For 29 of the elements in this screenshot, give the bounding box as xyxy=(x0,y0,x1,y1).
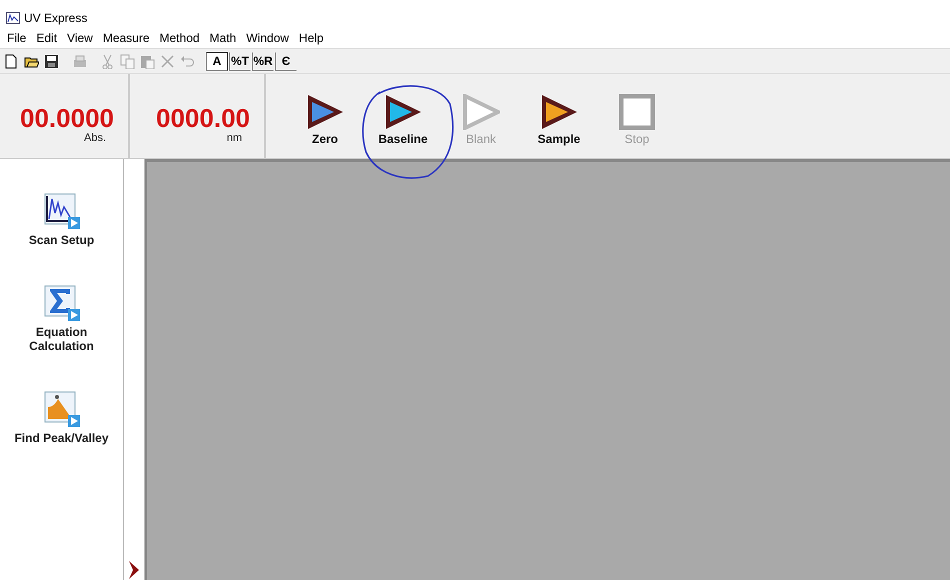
readout-value: 00.0000 xyxy=(20,104,114,132)
action-button[interactable]: Zero xyxy=(286,94,364,146)
action-button[interactable]: Sample xyxy=(520,94,598,146)
menu-item[interactable]: View xyxy=(62,31,98,45)
toolbar-button[interactable]: A xyxy=(206,52,228,70)
sidebar-item[interactable]: Equation Calculation xyxy=(2,285,120,353)
unit-label: nm xyxy=(226,132,242,144)
chevron-icon[interactable] xyxy=(127,560,141,580)
menu-item[interactable]: File xyxy=(2,31,32,45)
menu-item[interactable]: Edit xyxy=(31,31,62,45)
readout-value: 0000.00 xyxy=(156,104,250,132)
menu-item[interactable]: Method xyxy=(154,31,205,45)
menu-item[interactable]: Window xyxy=(241,31,294,45)
peak-chart-icon xyxy=(44,391,80,427)
unit-label: Abs. xyxy=(84,132,106,144)
menu-item[interactable]: Help xyxy=(294,31,329,45)
new-document-icon[interactable] xyxy=(4,54,19,68)
sidebar-item[interactable]: Find Peak/Valley xyxy=(2,391,120,445)
spectrum-chart-icon xyxy=(44,193,80,229)
toolbar-button[interactable]: %T xyxy=(229,52,251,70)
window-title: UV Express xyxy=(24,11,88,25)
sidebar-item[interactable]: Scan Setup xyxy=(2,193,120,247)
menu-item[interactable]: Measure xyxy=(98,31,155,45)
toolbar-button[interactable]: %R xyxy=(252,52,274,70)
menu-item[interactable]: Math xyxy=(204,31,242,45)
action-button[interactable]: Baseline xyxy=(364,94,442,146)
app-icon xyxy=(6,12,20,24)
toolbar-button[interactable]: Є xyxy=(275,52,297,70)
sigma-icon xyxy=(44,285,80,321)
